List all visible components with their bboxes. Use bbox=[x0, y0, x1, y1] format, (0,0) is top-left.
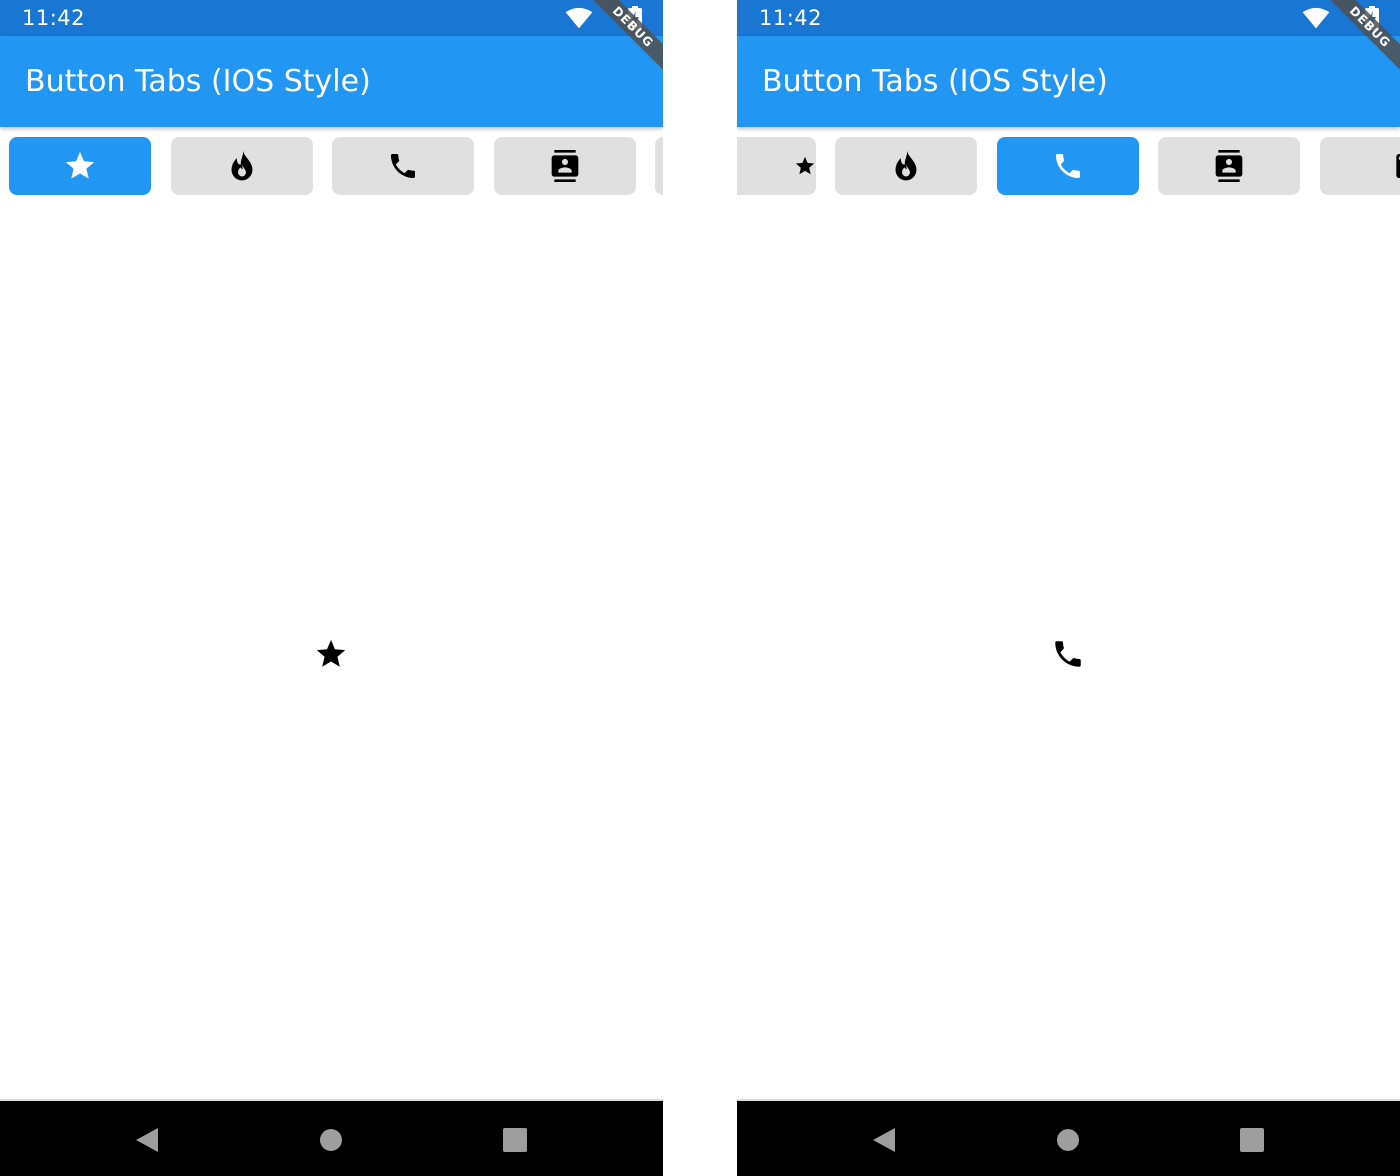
status-bar: 11:42 bbox=[737, 0, 1400, 36]
tab-strip[interactable] bbox=[737, 127, 1400, 205]
back-icon[interactable] bbox=[134, 1126, 160, 1159]
wifi-icon bbox=[1302, 7, 1330, 34]
status-time: 11:42 bbox=[22, 6, 86, 30]
app-bar: Button Tabs (IOS Style) bbox=[0, 36, 663, 127]
fire-icon bbox=[231, 150, 253, 181]
phone-icon bbox=[1056, 154, 1080, 178]
tab-phone[interactable] bbox=[997, 137, 1139, 195]
recents-icon[interactable] bbox=[502, 1127, 528, 1158]
phone-screen-right: 11:42 DEBUG Button Tabs (IOS Style) bbox=[737, 0, 1400, 1176]
tab-fire[interactable] bbox=[835, 137, 977, 195]
content-star-icon bbox=[314, 637, 348, 671]
contacts-icon bbox=[551, 150, 579, 182]
tab-star[interactable] bbox=[9, 137, 151, 195]
tab-contacts[interactable] bbox=[1158, 137, 1300, 195]
tab-phone[interactable] bbox=[332, 137, 474, 195]
tab-partial[interactable] bbox=[655, 137, 663, 195]
tab-contacts[interactable] bbox=[494, 137, 636, 195]
page-title: Button Tabs (IOS Style) bbox=[25, 64, 371, 99]
wifi-icon bbox=[565, 7, 593, 34]
battery-charging-icon bbox=[1365, 6, 1379, 35]
home-icon[interactable] bbox=[1056, 1128, 1080, 1157]
android-nav-bar bbox=[737, 1099, 1400, 1176]
tab-strip[interactable] bbox=[0, 127, 663, 205]
star-icon bbox=[65, 151, 95, 179]
status-bar: 11:42 bbox=[0, 0, 663, 36]
phone-icon bbox=[391, 154, 415, 178]
content-phone-icon bbox=[1051, 637, 1085, 671]
home-icon[interactable] bbox=[319, 1128, 343, 1157]
tab-fire[interactable] bbox=[171, 137, 313, 195]
tab-mail[interactable] bbox=[1320, 137, 1400, 195]
star-icon bbox=[795, 156, 815, 175]
mail-icon bbox=[1396, 154, 1400, 178]
tab-star[interactable] bbox=[737, 137, 816, 195]
recents-icon[interactable] bbox=[1239, 1127, 1265, 1158]
app-bar: Button Tabs (IOS Style) bbox=[737, 36, 1400, 127]
fire-icon bbox=[895, 150, 917, 181]
phone-screen-left: 11:42 DEBUG Button Tabs (IOS Style) bbox=[0, 0, 663, 1176]
status-time: 11:42 bbox=[759, 6, 823, 30]
page-title: Button Tabs (IOS Style) bbox=[762, 64, 1108, 99]
battery-charging-icon bbox=[628, 6, 642, 35]
android-nav-bar bbox=[0, 1099, 663, 1176]
back-icon[interactable] bbox=[871, 1126, 897, 1159]
contacts-icon bbox=[1215, 150, 1243, 182]
